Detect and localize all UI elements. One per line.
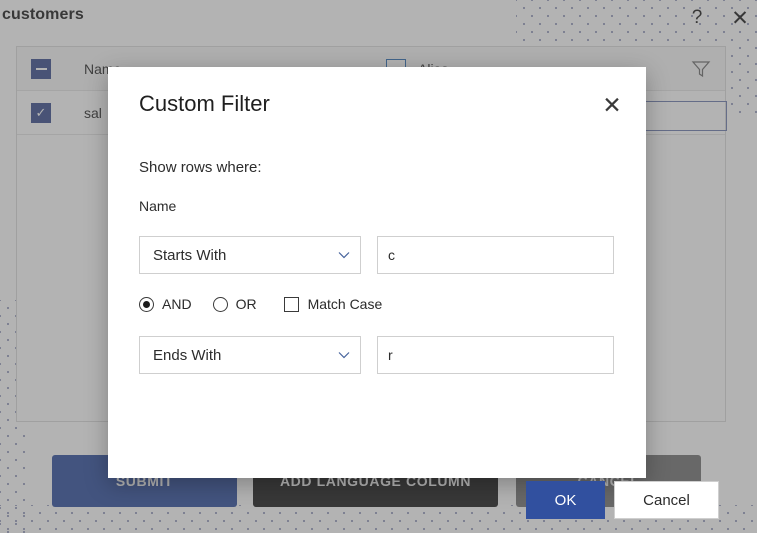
radio-or[interactable]: OR (212, 296, 257, 312)
radio-or-icon (212, 296, 228, 312)
dialog-close-icon[interactable]: ✕ (598, 91, 626, 119)
match-case-checkbox-icon (283, 296, 299, 312)
condition-1-operator-value: Starts With (153, 246, 227, 264)
radio-and-icon (139, 296, 154, 312)
condition-2-operator-value: Ends With (153, 346, 222, 364)
condition-2-operator-select[interactable]: Ends With (139, 336, 361, 374)
chevron-down-icon (338, 252, 350, 259)
custom-filter-dialog: Custom Filter ✕ Show rows where: Name St… (108, 67, 719, 519)
match-case-checkbox[interactable]: Match Case (283, 296, 383, 312)
dialog-cancel-button[interactable]: Cancel (614, 481, 719, 519)
dialog-subtitle: Show rows where: (139, 159, 262, 176)
match-case-label: Match Case (307, 296, 383, 312)
condition-1-value-input[interactable] (377, 236, 614, 274)
radio-and[interactable]: AND (139, 296, 192, 312)
filter-field-label: Name (139, 198, 177, 214)
dialog-title: Custom Filter (139, 91, 270, 116)
condition-1-operator-select[interactable]: Starts With (139, 236, 361, 274)
dialog-ok-button[interactable]: OK (526, 481, 605, 519)
logic-operator-row: AND OR Match Case (139, 293, 382, 315)
radio-or-label: OR (235, 296, 257, 312)
chevron-down-icon (338, 352, 350, 359)
condition-2-value-input[interactable] (377, 336, 614, 374)
radio-and-label: AND (162, 296, 192, 312)
